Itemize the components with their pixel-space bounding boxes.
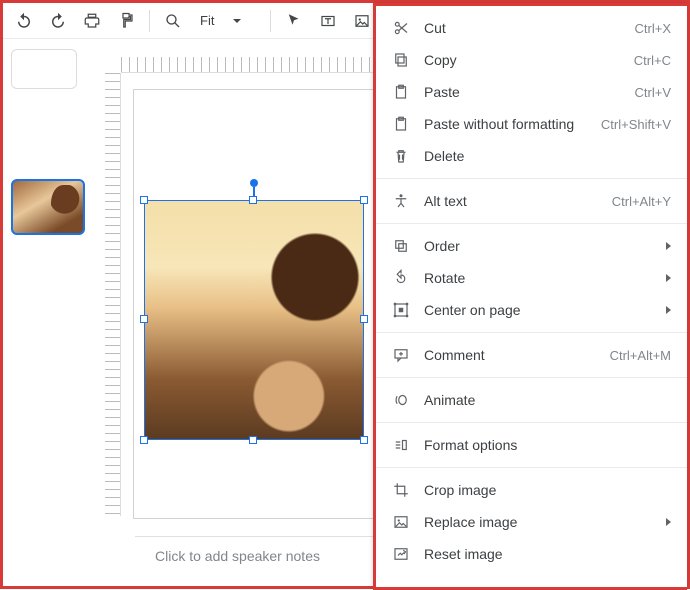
toolbar-separator xyxy=(270,10,271,32)
clipboard-icon xyxy=(390,114,412,134)
slide-thumbnail-selected[interactable] xyxy=(11,179,85,235)
menu-item-label: Copy xyxy=(424,52,634,68)
menu-item-alttext[interactable]: Alt textCtrl+Alt+Y xyxy=(376,185,687,217)
print-button[interactable] xyxy=(77,7,107,35)
resize-handle[interactable] xyxy=(249,436,257,444)
filmstrip xyxy=(3,39,93,586)
menu-item-format[interactable]: Format options xyxy=(376,429,687,461)
menu-item-label: Format options xyxy=(424,437,671,453)
menu-item-replace[interactable]: Replace image xyxy=(376,506,687,538)
menu-divider xyxy=(376,467,687,468)
trash-icon xyxy=(390,146,412,166)
menu-item-label: Replace image xyxy=(424,514,666,530)
menu-item-label: Animate xyxy=(424,392,671,408)
menu-divider xyxy=(376,223,687,224)
menu-divider xyxy=(376,178,687,179)
menu-item-label: Cut xyxy=(424,20,635,36)
menu-item-shortcut: Ctrl+X xyxy=(635,21,671,36)
menu-item-label: Crop image xyxy=(424,482,671,498)
slide-thumbnail[interactable] xyxy=(11,49,77,89)
menu-item-center[interactable]: Center on page xyxy=(376,294,687,326)
menu-item-label: Rotate xyxy=(424,270,666,286)
paint-format-button[interactable] xyxy=(111,7,141,35)
submenu-arrow-icon xyxy=(666,274,671,282)
undo-button[interactable] xyxy=(9,7,39,35)
motion-icon xyxy=(390,390,412,410)
context-menu: CutCtrl+XCopyCtrl+CPasteCtrl+VPaste with… xyxy=(373,3,687,590)
textbox-tool-button[interactable] xyxy=(313,7,343,35)
menu-item-reset[interactable]: Reset image xyxy=(376,538,687,570)
resize-handle[interactable] xyxy=(249,196,257,204)
resize-handle[interactable] xyxy=(360,196,368,204)
ruler-vertical xyxy=(105,73,121,516)
menu-item-label: Paste xyxy=(424,84,635,100)
scissors-icon xyxy=(390,18,412,38)
resize-handle[interactable] xyxy=(140,315,148,323)
resize-handle[interactable] xyxy=(140,436,148,444)
selected-image[interactable] xyxy=(144,200,364,440)
menu-item-label: Paste without formatting xyxy=(424,116,601,132)
menu-item-label: Delete xyxy=(424,148,671,164)
format-icon xyxy=(390,435,412,455)
menu-divider xyxy=(376,377,687,378)
accessibility-icon xyxy=(390,191,412,211)
menu-item-delete[interactable]: Delete xyxy=(376,140,687,172)
menu-item-rotate[interactable]: Rotate xyxy=(376,262,687,294)
redo-button[interactable] xyxy=(43,7,73,35)
menu-item-paste[interactable]: PasteCtrl+V xyxy=(376,76,687,108)
menu-item-comment[interactable]: CommentCtrl+Alt+M xyxy=(376,339,687,371)
order-icon xyxy=(390,236,412,256)
zoom-out-button[interactable] xyxy=(158,7,188,35)
center-icon xyxy=(390,300,412,320)
submenu-arrow-icon xyxy=(666,306,671,314)
menu-item-paste-nf[interactable]: Paste without formattingCtrl+Shift+V xyxy=(376,108,687,140)
menu-item-shortcut: Ctrl+V xyxy=(635,85,671,100)
menu-item-label: Comment xyxy=(424,347,610,363)
crop-icon xyxy=(390,480,412,500)
image-icon xyxy=(390,512,412,532)
menu-item-shortcut: Ctrl+Shift+V xyxy=(601,117,671,132)
menu-item-order[interactable]: Order xyxy=(376,230,687,262)
reset-image-icon xyxy=(390,544,412,564)
zoom-select[interactable]: Fit xyxy=(192,7,262,35)
menu-item-shortcut: Ctrl+Alt+M xyxy=(610,348,671,363)
menu-item-animate[interactable]: Animate xyxy=(376,384,687,416)
rotate-handle-icon[interactable] xyxy=(250,179,258,187)
comment-icon xyxy=(390,345,412,365)
toolbar-separator xyxy=(149,10,150,32)
resize-handle[interactable] xyxy=(140,196,148,204)
chevron-down-icon xyxy=(232,16,242,26)
rotate-icon xyxy=(390,268,412,288)
menu-item-cut[interactable]: CutCtrl+X xyxy=(376,12,687,44)
clipboard-icon xyxy=(390,82,412,102)
menu-item-copy[interactable]: CopyCtrl+C xyxy=(376,44,687,76)
menu-item-shortcut: Ctrl+C xyxy=(634,53,671,68)
menu-item-label: Center on page xyxy=(424,302,666,318)
menu-item-label: Reset image xyxy=(424,546,671,562)
menu-divider xyxy=(376,422,687,423)
resize-handle[interactable] xyxy=(360,315,368,323)
menu-item-crop[interactable]: Crop image xyxy=(376,474,687,506)
resize-handle[interactable] xyxy=(360,436,368,444)
copy-icon xyxy=(390,50,412,70)
menu-item-label: Alt text xyxy=(424,193,612,209)
submenu-arrow-icon xyxy=(666,242,671,250)
menu-item-label: Order xyxy=(424,238,666,254)
menu-divider xyxy=(376,332,687,333)
select-tool-button[interactable] xyxy=(279,7,309,35)
menu-item-shortcut: Ctrl+Alt+Y xyxy=(612,194,671,209)
speaker-notes-placeholder: Click to add speaker notes xyxy=(155,548,320,564)
zoom-label: Fit xyxy=(200,13,214,28)
submenu-arrow-icon xyxy=(666,518,671,526)
